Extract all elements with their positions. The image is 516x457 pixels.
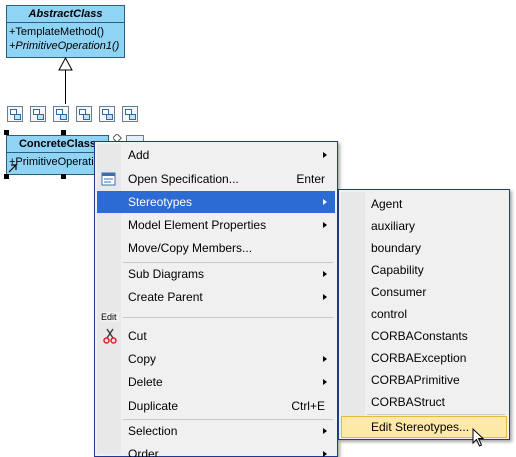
stereotype-item-capability[interactable]: Capability bbox=[341, 259, 507, 281]
shortcut-label: Ctrl+E bbox=[291, 399, 325, 413]
stereotypes-submenu: Agent auxiliary boundary Capability Cons… bbox=[338, 189, 510, 440]
menu-item-delete[interactable]: Delete bbox=[97, 371, 335, 393]
menu-item-duplicate[interactable]: Duplicate Ctrl+E bbox=[97, 395, 335, 417]
menu-item-label: Create Parent bbox=[128, 290, 203, 304]
menu-item-label: Stereotypes bbox=[128, 195, 193, 209]
operation-primitive-1: +PrimitiveOperation1() bbox=[9, 40, 120, 52]
resource-icon-3[interactable] bbox=[53, 106, 69, 122]
menu-item-add[interactable]: Add bbox=[97, 144, 335, 166]
menu-item-model-element-properties[interactable]: Model Element Properties bbox=[97, 214, 335, 236]
submenu-arrow-icon bbox=[323, 451, 327, 457]
abstract-class-node[interactable]: AbstractClass +TemplateMethod() +Primiti… bbox=[6, 5, 125, 58]
context-menu: Add Open Specification... Enter Stereoty… bbox=[94, 141, 338, 457]
menu-item-label: Duplicate bbox=[128, 399, 179, 413]
shortcut-label: Enter bbox=[296, 172, 325, 186]
stereotype-item-boundary[interactable]: boundary bbox=[341, 237, 507, 259]
menu-item-label: Move/Copy Members... bbox=[128, 241, 253, 255]
menu-item-move-copy-members[interactable]: Move/Copy Members... bbox=[97, 237, 335, 259]
stereotype-item-control[interactable]: control bbox=[341, 303, 507, 325]
submenu-separator bbox=[367, 414, 505, 415]
concrete-operation-primitive-1: +PrimitiveOperation1() bbox=[9, 156, 108, 168]
menu-item-stereotypes[interactable]: Stereotypes bbox=[97, 191, 335, 213]
generalization-arrowhead-icon bbox=[58, 57, 73, 71]
menu-item-copy[interactable]: Copy bbox=[97, 348, 335, 370]
selection-handle[interactable] bbox=[4, 130, 9, 135]
selection-handle[interactable] bbox=[61, 174, 66, 179]
resource-icon-6[interactable] bbox=[122, 106, 138, 122]
menu-item-label: Sub Diagrams bbox=[128, 267, 205, 281]
submenu-arrow-icon bbox=[323, 199, 327, 205]
menu-item-label: Delete bbox=[128, 375, 163, 389]
stereotype-item-consumer[interactable]: Consumer bbox=[341, 281, 507, 303]
menu-item-label: Open Specification... bbox=[128, 172, 239, 186]
edit-section-label: Edit bbox=[101, 312, 119, 322]
resource-icon-4[interactable] bbox=[76, 106, 92, 122]
menu-item-label: Copy bbox=[128, 352, 157, 366]
resize-arrow-icon[interactable] bbox=[8, 164, 17, 173]
stereotype-item-corba-struct[interactable]: CORBAStruct bbox=[341, 391, 507, 413]
stereotype-item-auxiliary[interactable]: auxiliary bbox=[341, 215, 507, 237]
resource-icon-1[interactable] bbox=[7, 106, 23, 122]
menu-item-label: Selection bbox=[128, 424, 178, 438]
generalization-line bbox=[65, 70, 66, 104]
menu-item-open-specification[interactable]: Open Specification... Enter bbox=[97, 168, 335, 190]
mouse-cursor-icon bbox=[472, 428, 485, 447]
submenu-arrow-icon bbox=[323, 294, 327, 300]
scissors-icon bbox=[103, 328, 117, 344]
selection-handle[interactable] bbox=[61, 130, 66, 135]
menu-item-sub-diagrams[interactable]: Sub Diagrams bbox=[97, 263, 335, 285]
menu-item-label: Add bbox=[128, 148, 150, 162]
resource-icon-5[interactable] bbox=[99, 106, 115, 122]
concrete-class-operations: +PrimitiveOperation1() bbox=[7, 153, 108, 171]
operation-template-method: +TemplateMethod() bbox=[9, 26, 105, 38]
submenu-arrow-icon bbox=[323, 428, 327, 434]
menu-item-cut[interactable]: Cut bbox=[97, 325, 335, 347]
submenu-arrow-icon bbox=[323, 222, 327, 228]
menu-item-create-parent[interactable]: Create Parent bbox=[97, 286, 335, 308]
selection-handle[interactable] bbox=[4, 174, 9, 179]
menu-item-label: Order bbox=[128, 447, 159, 457]
menu-item-order[interactable]: Order bbox=[97, 443, 335, 457]
resource-icon-2[interactable] bbox=[30, 106, 46, 122]
stereotype-item-corba-primitive[interactable]: CORBAPrimitive bbox=[341, 369, 507, 391]
submenu-arrow-icon bbox=[323, 379, 327, 385]
submenu-arrow-icon bbox=[323, 152, 327, 158]
menu-separator bbox=[123, 317, 333, 318]
abstract-class-operations: +TemplateMethod() +PrimitiveOperation1() bbox=[7, 23, 124, 55]
menu-item-label: Model Element Properties bbox=[128, 218, 267, 232]
menu-item-selection[interactable]: Selection bbox=[97, 420, 335, 442]
stereotype-item-corba-constants[interactable]: CORBAConstants bbox=[341, 325, 507, 347]
stereotype-item-agent[interactable]: Agent bbox=[341, 193, 507, 215]
specification-icon bbox=[101, 172, 116, 186]
abstract-class-name: AbstractClass bbox=[7, 6, 124, 23]
submenu-arrow-icon bbox=[323, 271, 327, 277]
menu-item-label: Cut bbox=[128, 329, 147, 343]
stereotype-item-corba-exception[interactable]: CORBAException bbox=[341, 347, 507, 369]
concrete-class-name: ConcreteClass bbox=[7, 136, 108, 153]
submenu-arrow-icon bbox=[323, 356, 327, 362]
